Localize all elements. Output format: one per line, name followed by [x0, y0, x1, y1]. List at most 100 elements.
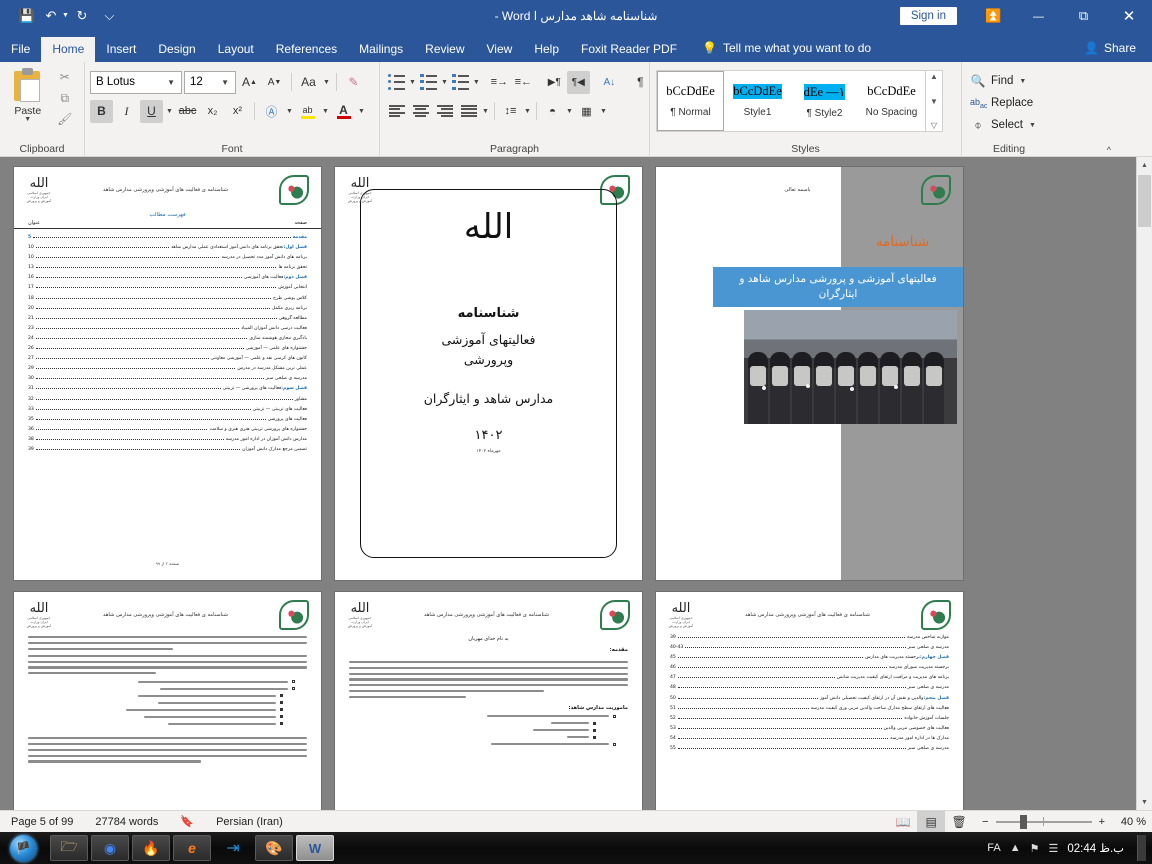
- customize-qat-icon[interactable]: ⌵: [103, 5, 116, 27]
- select-button[interactable]: ⌽ Select ▼: [970, 114, 1056, 136]
- font-color-chevron-down-icon[interactable]: ▼: [357, 108, 366, 115]
- chrome-icon[interactable]: ◉: [91, 835, 129, 861]
- undo-icon[interactable]: ↶: [40, 5, 62, 27]
- toc-entry[interactable]: فعالیت های ارتقای سطح مدارک ساحت والدین …: [670, 705, 949, 712]
- proofing-status-icon[interactable]: 🔖: [169, 815, 205, 828]
- tab-review[interactable]: Review: [414, 37, 475, 62]
- toc-entry[interactable]: مدرسه ی صلحی سبز 30: [28, 375, 307, 382]
- toc-entry[interactable]: فعالیت های پرورشی 35: [28, 416, 307, 423]
- tab-mailings[interactable]: Mailings: [348, 37, 414, 62]
- align-right-icon[interactable]: [433, 100, 456, 123]
- line-spacing-icon[interactable]: ↕≡: [499, 100, 522, 123]
- toc-entry[interactable]: فصل دوم:فعالیت های آموزشی 16: [28, 274, 307, 281]
- tab-view[interactable]: View: [476, 37, 524, 62]
- toc-entry[interactable]: تضمین مرجع مدارک دانش آموزان 39: [28, 446, 307, 453]
- tab-insert[interactable]: Insert: [95, 37, 147, 62]
- justify-chevron-down-icon[interactable]: ▼: [481, 108, 490, 115]
- toc-entry[interactable]: فصل اول:تحقق برنامه های دانش آموز استعدا…: [28, 244, 307, 251]
- toc-entry[interactable]: برجسته مدیریت شورای مدرسه 46: [670, 664, 949, 671]
- subscript-button[interactable]: x₂: [201, 100, 224, 123]
- document-page-title[interactable]: الله جمهوری اسلامی ایران وزارت آموزش و پ…: [335, 167, 642, 580]
- justify-icon[interactable]: [457, 100, 480, 123]
- change-case-button[interactable]: Aa: [297, 71, 320, 94]
- font-name-chevron-down-icon[interactable]: ▼: [164, 78, 178, 87]
- superscript-button[interactable]: x²: [226, 100, 249, 123]
- toc-entry[interactable]: مدرسه ی صلحی سبز 40-43: [670, 644, 949, 651]
- toc-entry[interactable]: جلسات آموزش خانواده 52: [670, 715, 949, 722]
- print-layout-button[interactable]: ▤: [917, 810, 946, 833]
- style-item-no-spacing[interactable]: bCcDdEe No Spacing: [858, 71, 925, 131]
- word-icon[interactable]: W: [296, 835, 334, 861]
- quick-access-toolbar[interactable]: 💾 ↶ ▼ ↻ ⌵: [0, 5, 116, 27]
- edge-icon[interactable]: e: [173, 835, 211, 861]
- close-button[interactable]: ✕: [1106, 0, 1152, 31]
- document-page-body-1[interactable]: شناسنامه ی فعالیت های آموزشی وپرورشی مدا…: [14, 592, 321, 810]
- collapse-ribbon-icon[interactable]: ^: [1107, 145, 1111, 155]
- word-count[interactable]: 27784 words: [84, 816, 169, 828]
- paste-dropdown-icon[interactable]: ▼: [24, 116, 31, 123]
- toc-entry[interactable]: فصل پنجم:والدین و نقش آن در ارتقای کیفیت…: [670, 695, 949, 702]
- ltr-text-direction-icon[interactable]: ▶¶: [543, 71, 566, 94]
- network-flag-icon[interactable]: ⚑: [1030, 842, 1040, 855]
- toc-entry[interactable]: کانون های کرسی نقد و علمی — آموزشی معاون…: [28, 355, 307, 362]
- document-canvas[interactable]: شناسنامه ی فعالیت های آموزشی وپرورشی مدا…: [0, 157, 1152, 810]
- toc-entry[interactable]: برنامه های دانش آموز مدد تحصیل در مدرسه 1…: [28, 254, 307, 261]
- font-size-chevron-down-icon[interactable]: ▼: [218, 78, 232, 87]
- bullets-icon[interactable]: [385, 71, 408, 94]
- underline-button[interactable]: U: [140, 99, 163, 123]
- toc-entry[interactable]: تحقق برنامه ها 13: [28, 264, 307, 271]
- zoom-slider[interactable]: [995, 811, 1092, 833]
- align-left-icon[interactable]: [385, 100, 408, 123]
- tab-file[interactable]: File: [0, 37, 41, 62]
- toc-entry[interactable]: جشنواره های علمی — آموزشی 26: [28, 345, 307, 352]
- zoom-slider-thumb[interactable]: [1019, 814, 1027, 829]
- ribbon-display-options-icon[interactable]: ⏫: [971, 0, 1016, 31]
- toc-entry[interactable]: فعالیت درسی دانش آموزان المپیاد 23: [28, 325, 307, 332]
- grow-font-button[interactable]: A ▲: [238, 71, 261, 94]
- numbering-icon[interactable]: [417, 71, 440, 94]
- file-explorer-icon[interactable]: 🗁: [50, 835, 88, 861]
- find-chevron-down-icon[interactable]: ▼: [1018, 78, 1027, 85]
- toc-entry[interactable]: موازنه شاخص مدرسه 39: [670, 634, 949, 641]
- tab-design[interactable]: Design: [147, 37, 206, 62]
- save-icon[interactable]: 💾: [16, 5, 38, 27]
- font-name-input[interactable]: B Lotus ▼: [90, 70, 182, 94]
- paste-button[interactable]: Paste ▼: [5, 65, 51, 142]
- toc-entry[interactable]: فصل سوم:فعالیت های پرورشی — تربیتی 31: [28, 385, 307, 392]
- decrease-indent-icon[interactable]: ≡→: [488, 71, 511, 94]
- toc-entry[interactable]: مطالعه گروهی 21: [28, 315, 307, 322]
- toc-entry[interactable]: انتخابی آموزش 17: [28, 284, 307, 291]
- toc-entry[interactable]: مدارک ها در اداره امور مدرسه 54: [670, 735, 949, 742]
- toc-entry[interactable]: فصل چهارم:برجسته مدیریت های مدارس 45: [670, 654, 949, 661]
- line-spacing-chevron-down-icon[interactable]: ▼: [523, 108, 532, 115]
- replace-button[interactable]: abac Replace: [970, 92, 1056, 114]
- styles-scroll-up-icon[interactable]: ▲: [930, 72, 938, 81]
- borders-icon[interactable]: ▦: [575, 100, 598, 123]
- toc-entry[interactable]: کلاس پوشی طرح 18: [28, 295, 307, 302]
- select-chevron-down-icon[interactable]: ▼: [1028, 122, 1037, 129]
- page-indicator[interactable]: Page 5 of 99: [0, 816, 84, 828]
- text-effects-icon[interactable]: Ⓐ: [260, 100, 283, 123]
- text-highlight-icon[interactable]: ab: [296, 100, 319, 123]
- styles-gallery[interactable]: bCcDdEe ¶ Normal bCcDdEe Style1 dEe —۱ ¶…: [656, 70, 943, 132]
- document-page-toc-1[interactable]: شناسنامه ی فعالیت های آموزشی وپرورشی مدا…: [14, 167, 321, 580]
- web-layout-button[interactable]: 🗑: [945, 811, 973, 833]
- zoom-control[interactable]: − +: [973, 811, 1114, 833]
- scroll-down-icon[interactable]: ▼: [1137, 794, 1152, 810]
- tab-foxit-reader-pdf[interactable]: Foxit Reader PDF: [570, 37, 688, 62]
- split-handle[interactable]: [1137, 780, 1152, 794]
- multilevel-chevron-down-icon[interactable]: ▼: [473, 79, 480, 86]
- document-page-toc-2[interactable]: شناسنامه ی فعالیت های آموزشی وپرورشی مدا…: [656, 592, 963, 810]
- sign-in-button[interactable]: Sign in: [899, 6, 957, 25]
- change-case-chevron-down-icon[interactable]: ▼: [322, 79, 331, 86]
- minimize-button[interactable]: —: [1016, 0, 1061, 31]
- start-button[interactable]: 🏴: [0, 832, 46, 864]
- zoom-in-button[interactable]: +: [1099, 816, 1105, 828]
- bullets-chevron-down-icon[interactable]: ▼: [409, 79, 416, 86]
- align-center-icon[interactable]: [409, 100, 432, 123]
- toc-entry[interactable]: یادگیری مجازی هوشمند سازی 24: [28, 335, 307, 342]
- toc-entry[interactable]: مقدمه 5: [28, 234, 307, 241]
- zoom-level[interactable]: 40 %: [1114, 816, 1152, 828]
- underline-chevron-down-icon[interactable]: ▼: [165, 108, 174, 115]
- highlight-chevron-down-icon[interactable]: ▼: [321, 108, 330, 115]
